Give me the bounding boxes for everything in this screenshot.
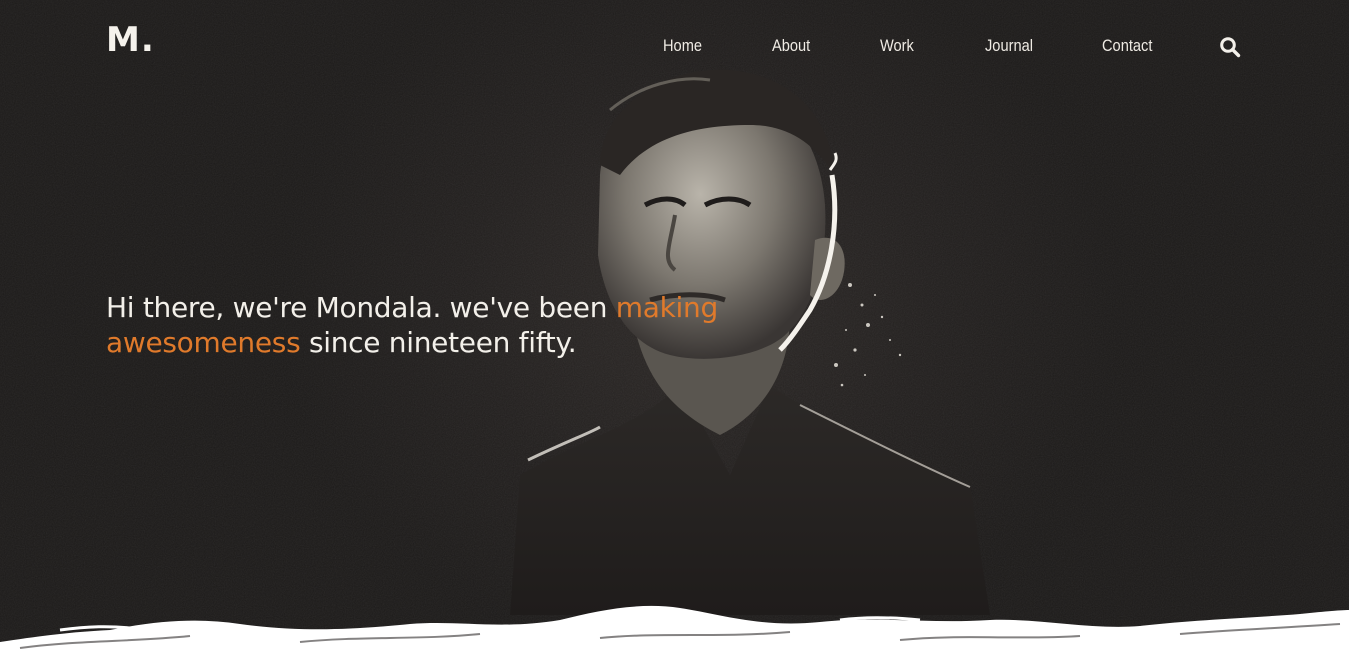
headline-text-part2: since nineteen fifty. — [300, 326, 577, 359]
nav-item-contact[interactable]: Contact — [1102, 36, 1152, 56]
nav-item-home[interactable]: Home — [663, 36, 702, 56]
nav-item-journal[interactable]: Journal — [985, 36, 1033, 56]
headline-text-part1: Hi there, we're Mondala. we've been — [106, 291, 616, 324]
main-nav: Home About Work Journal Contact — [0, 36, 1349, 60]
nav-item-about[interactable]: About — [772, 36, 810, 56]
hero-section: M. Home About Work Journal Contact Hi th… — [0, 0, 1349, 654]
hero-headline: Hi there, we're Mondala. we've been maki… — [106, 290, 786, 360]
search-button[interactable] — [1219, 36, 1241, 58]
search-icon — [1220, 37, 1241, 58]
brush-wave-divider — [0, 605, 1349, 654]
nav-item-work[interactable]: Work — [880, 36, 914, 56]
